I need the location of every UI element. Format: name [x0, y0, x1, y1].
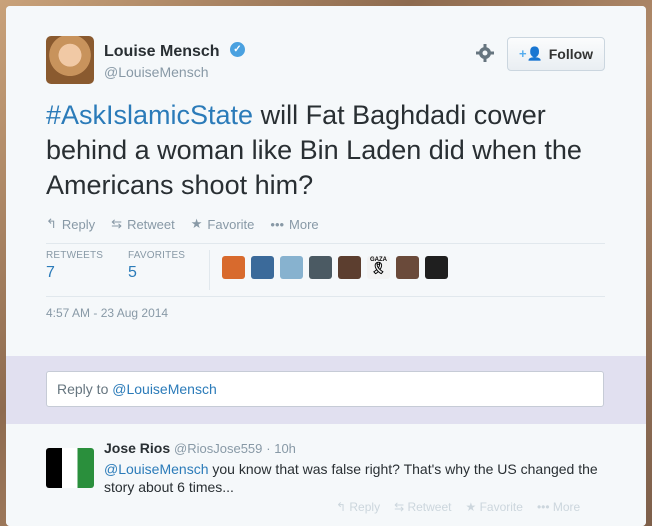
more-label: More — [289, 216, 319, 232]
reply-retweet-label: Retweet — [407, 500, 452, 514]
ribbon-icon: 🎗 — [370, 261, 387, 275]
reply-favorite-action[interactable]: ★ Favorite — [466, 500, 523, 514]
tweet-actions: ↰ Reply ⇆ Retweet ★ Favorite ••• More — [46, 216, 319, 232]
reply-mention[interactable]: @LouiseMensch — [104, 461, 209, 477]
reply-reply-action[interactable]: ↰ Reply — [336, 500, 380, 514]
more-icon: ••• — [270, 216, 285, 232]
reply-text: @LouiseMensch you know that was false ri… — [104, 460, 604, 496]
favorite-label: Favorite — [207, 216, 255, 232]
author-avatar[interactable] — [46, 36, 94, 84]
stats-separator — [209, 250, 210, 290]
verified-badge-icon: ✓ — [230, 42, 245, 57]
retweet-label: Retweet — [127, 216, 175, 232]
tweet-timestamp[interactable]: 4:57 AM - 23 Aug 2014 — [46, 306, 168, 320]
reply-prefix: Reply to — [57, 381, 113, 397]
retweets-label: RETWEETS — [46, 250, 104, 261]
reply-label: Reply — [61, 216, 96, 232]
retweeter-avatar[interactable] — [396, 256, 419, 279]
reply-time: · 10h — [266, 441, 296, 456]
tweet-card: Louise Mensch ✓ @LouiseMensch +👤 Follow … — [6, 6, 646, 526]
favorites-stat[interactable]: FAVORITES 5 — [128, 250, 185, 282]
favorites-label: FAVORITES — [128, 250, 186, 261]
retweeter-avatar[interactable] — [222, 256, 245, 279]
hashtag-link[interactable]: #AskIslamicState — [46, 100, 253, 130]
divider — [46, 296, 605, 297]
reply-more-label: More — [552, 500, 581, 514]
author-handle[interactable]: @LouiseMensch — [104, 64, 209, 80]
reply-avatar[interactable] — [46, 448, 94, 488]
reply-author[interactable]: Jose Rios @RiosJose559 · 10h — [104, 440, 296, 456]
reply-reply-label: Reply — [349, 500, 381, 514]
divider — [46, 243, 605, 244]
favorite-action[interactable]: ★ Favorite — [191, 216, 255, 232]
reply-author-handle: @RiosJose559 — [174, 441, 263, 456]
retweet-icon: ⇆ — [111, 216, 123, 231]
tweet-text: #AskIslamicState will Fat Baghdadi cower… — [46, 98, 616, 203]
reply-icon: ↰ — [46, 216, 57, 231]
author-name[interactable]: Louise Mensch — [104, 43, 220, 61]
retweeter-avatars: GAZA 🎗 — [222, 256, 448, 279]
follow-button[interactable]: +👤 Follow — [507, 37, 605, 71]
reply-actions: ↰ Reply ⇆ Retweet ★ Favorite ••• More — [336, 500, 580, 514]
star-icon: ★ — [190, 216, 203, 231]
reply-action[interactable]: ↰ Reply — [46, 216, 95, 232]
retweeter-avatar[interactable] — [338, 256, 361, 279]
reply-area: Reply to @LouiseMensch — [6, 356, 646, 424]
gaza-ribbon-avatar[interactable]: GAZA 🎗 — [367, 256, 390, 279]
retweet-action[interactable]: ⇆ Retweet — [111, 216, 175, 232]
retweets-count: 7 — [46, 264, 55, 281]
gear-icon[interactable] — [475, 43, 495, 63]
reply-handle: @LouiseMensch — [112, 381, 217, 397]
reply-favorite-label: Favorite — [479, 500, 523, 514]
more-action[interactable]: ••• More — [270, 216, 318, 232]
retweeter-avatar[interactable] — [251, 256, 274, 279]
reply-more-action[interactable]: ••• More — [537, 500, 580, 514]
favorites-count: 5 — [128, 264, 137, 281]
reply-tweet: Jose Rios @RiosJose559 · 10h @LouiseMens… — [6, 424, 646, 526]
retweeter-avatar[interactable] — [309, 256, 332, 279]
follow-button-label: Follow — [548, 46, 594, 62]
retweeter-avatar[interactable] — [280, 256, 303, 279]
retweeter-avatar[interactable] — [425, 256, 448, 279]
reply-input[interactable]: Reply to @LouiseMensch — [46, 371, 604, 407]
reply-retweet-action[interactable]: ⇆ Retweet — [394, 500, 451, 514]
reply-author-name: Jose Rios — [104, 440, 171, 456]
add-user-icon: +👤 — [518, 46, 543, 61]
tweet-main: Louise Mensch ✓ @LouiseMensch +👤 Follow … — [6, 6, 646, 356]
retweets-stat[interactable]: RETWEETS 7 — [46, 250, 103, 282]
